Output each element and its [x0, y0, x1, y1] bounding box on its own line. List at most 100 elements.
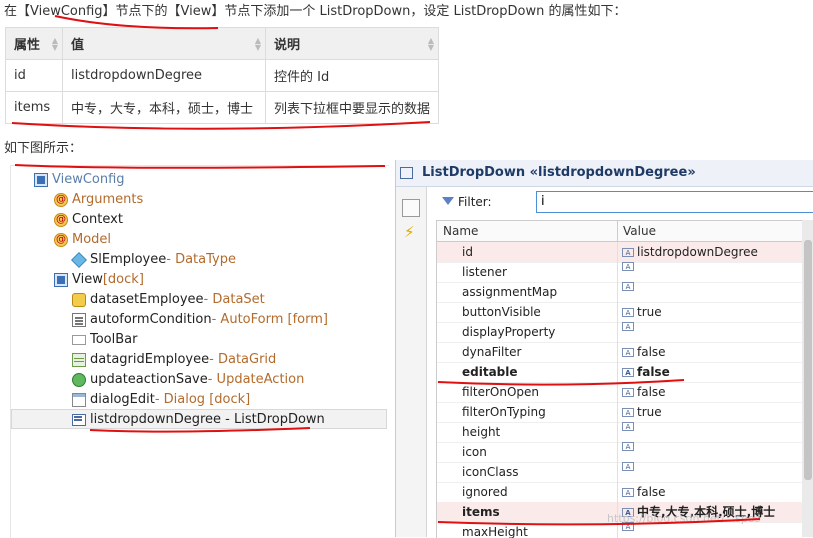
tree-node-listdropdowndegree[interactable]: listdropdownDegree - ListDropDown: [72, 410, 325, 430]
column-header-name[interactable]: Name: [443, 221, 478, 241]
tree-node-label: datasetEmployee: [90, 292, 204, 307]
property-row[interactable]: displayProperty A: [437, 322, 803, 343]
view-icon: [54, 273, 68, 287]
property-row[interactable]: filterOnTyping Atrue: [437, 402, 803, 423]
tree-node-slemployee[interactable]: SlEmployee - DataType: [71, 250, 236, 270]
property-row[interactable]: buttonVisible Atrue: [437, 302, 803, 323]
property-name: listener: [462, 265, 507, 279]
tree-node-view[interactable]: View [dock]: [54, 270, 144, 290]
tree-node-arguments[interactable]: Arguments: [54, 190, 143, 210]
property-row[interactable]: iconClass A: [437, 462, 803, 483]
header-cell[interactable]: 值 ▲ ▼: [62, 27, 266, 60]
property-value-text: false: [637, 385, 666, 399]
tree-node-datagridemployee[interactable]: datagridEmployee - DataGrid: [72, 350, 276, 370]
property-value-text: listdropdownDegree: [637, 245, 758, 259]
property-value-text: false: [637, 365, 670, 379]
property-row[interactable]: ignored Afalse: [437, 482, 803, 503]
property-type-icon: A: [622, 282, 634, 291]
filter-input[interactable]: i: [536, 191, 813, 213]
property-type-icon: A: [622, 307, 634, 317]
table-row: id listdropdownDegree 控件的 Id: [5, 59, 440, 92]
property-value[interactable]: Atrue: [622, 302, 662, 322]
property-value[interactable]: Afalse: [622, 362, 670, 382]
tree-node-context[interactable]: Context: [54, 210, 123, 230]
tree-node-updateactionsave[interactable]: updateactionSave - UpdateAction: [72, 370, 304, 390]
property-type-icon: A: [622, 387, 634, 397]
property-value[interactable]: Afalse: [622, 382, 666, 402]
tree-node-type: - UpdateAction: [207, 372, 305, 387]
caption-text: 如下图所示：: [4, 141, 83, 156]
property-name: height: [462, 425, 501, 439]
viewconfig-icon: [34, 173, 48, 187]
property-row[interactable]: id AlistdropdownDegree: [437, 242, 803, 263]
tree-node-viewconfig[interactable]: ViewConfig: [34, 170, 125, 190]
table-cell: id: [5, 59, 63, 92]
property-value[interactable]: Atrue: [622, 402, 662, 422]
tree-node-model[interactable]: Model: [54, 230, 111, 250]
tree-node-type: - DataSet: [203, 292, 265, 307]
scrollbar-thumb[interactable]: [804, 240, 812, 480]
property-name: icon: [462, 445, 487, 459]
sort-icon[interactable]: ▲ ▼: [428, 37, 434, 52]
property-value[interactable]: AlistdropdownDegree: [622, 242, 758, 262]
sort-icon[interactable]: ▲ ▼: [255, 37, 261, 52]
property-row[interactable]: icon A: [437, 442, 803, 463]
properties-view: ListDropDown «listdropdownDegree» ⚡ Filt…: [395, 160, 813, 538]
property-value[interactable]: A: [622, 322, 637, 331]
property-row[interactable]: height A: [437, 422, 803, 443]
property-value-text: true: [637, 305, 662, 319]
property-table: 属性 ▲ ▼ 值 ▲ ▼ 说明 ▲ ▼ id listdropdownDegree 控件的 …: [5, 27, 440, 124]
tree-node-label: dialogEdit: [90, 392, 155, 407]
header-cell[interactable]: 说明 ▲ ▼: [264, 27, 440, 60]
listdropdown-icon: [72, 414, 86, 426]
tree-node-label: Arguments: [72, 192, 144, 207]
property-value[interactable]: A: [622, 442, 637, 451]
property-row[interactable]: editable Afalse: [437, 362, 803, 383]
tree-node-label: ToolBar: [90, 332, 138, 347]
property-name: id: [462, 245, 473, 259]
tree-node-label: View: [72, 272, 103, 287]
model-icon: [54, 230, 68, 250]
table-cell: items: [5, 91, 63, 124]
property-value[interactable]: Afalse: [622, 342, 666, 362]
filter-label: Filter:: [458, 195, 492, 209]
property-name: displayProperty: [462, 325, 556, 339]
property-row[interactable]: dynaFilter Afalse: [437, 342, 803, 363]
events-tab-icon[interactable]: ⚡: [404, 223, 415, 241]
filter-icon: [442, 197, 454, 205]
property-value[interactable]: A: [622, 422, 637, 431]
property-value-text: false: [637, 485, 666, 499]
dialog-icon: [72, 393, 86, 407]
property-type-icon: A: [622, 422, 634, 431]
tree-node-label: updateactionSave: [90, 372, 208, 387]
property-type-icon: A: [622, 247, 634, 257]
datatype-icon: [71, 252, 87, 268]
tree-node-dialogedit[interactable]: dialogEdit - Dialog [dock]: [72, 390, 250, 410]
property-type-icon: A: [622, 347, 634, 357]
property-name: iconClass: [462, 465, 519, 479]
property-value[interactable]: A: [622, 282, 637, 291]
header-cell[interactable]: 属性 ▲ ▼: [5, 27, 63, 60]
property-name: assignmentMap: [462, 285, 558, 299]
properties-tab-icon[interactable]: [402, 199, 420, 217]
property-type-icon: A: [622, 367, 634, 377]
property-row[interactable]: assignmentMap A: [437, 282, 803, 303]
tree-node-autoformcondition[interactable]: autoformCondition - AutoForm [form]: [72, 310, 328, 330]
property-grid-header: Name Value: [437, 221, 803, 242]
property-name: items: [462, 505, 500, 519]
property-type-icon: A: [622, 442, 634, 451]
tree-node-toolbar[interactable]: ToolBar: [72, 330, 137, 350]
property-value[interactable]: A: [622, 262, 637, 271]
property-value[interactable]: A: [622, 462, 637, 471]
property-value[interactable]: Afalse: [622, 482, 666, 502]
property-row[interactable]: filterOnOpen Afalse: [437, 382, 803, 403]
sort-icon[interactable]: ▲ ▼: [52, 37, 58, 52]
vertical-scrollbar[interactable]: [802, 220, 813, 537]
property-row[interactable]: listener A: [437, 262, 803, 283]
property-type-icon: A: [622, 322, 634, 331]
tree-node-datasetemployee[interactable]: datasetEmployee - DataSet: [72, 290, 265, 310]
property-type-icon: A: [622, 462, 634, 471]
column-header-value[interactable]: Value: [623, 221, 656, 241]
property-value-text: false: [637, 345, 666, 359]
property-type-icon: A: [622, 262, 634, 271]
